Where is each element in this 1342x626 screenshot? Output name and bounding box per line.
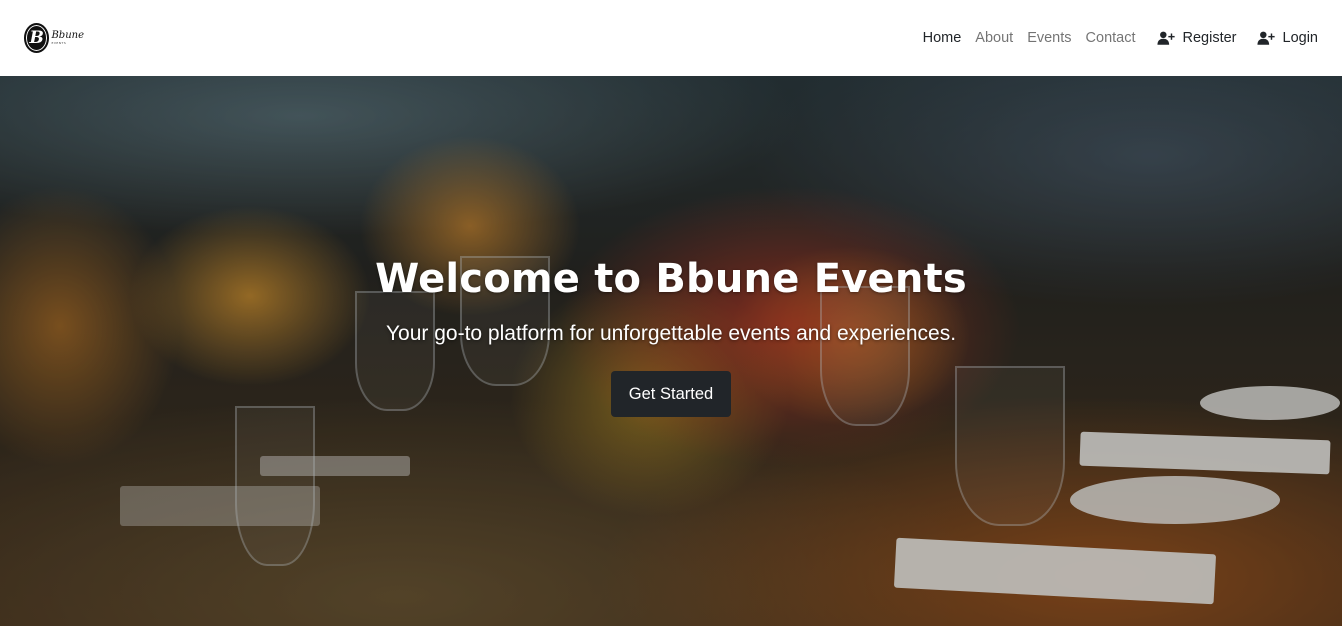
nav-link-about[interactable]: About (968, 30, 1020, 46)
logo-badge: B (24, 23, 50, 53)
login-label: Login (1282, 30, 1318, 46)
brand-logo[interactable]: B Bbune EVENTS (24, 18, 84, 58)
get-started-button[interactable]: Get Started (610, 371, 732, 417)
user-plus-icon (1256, 30, 1275, 46)
nav-link-contact[interactable]: Contact (1079, 30, 1143, 46)
hero-section: Welcome to Bbune Events Your go-to platf… (0, 76, 1342, 626)
logo-text-group: Bbune EVENTS (51, 31, 84, 45)
nav-links: Home About Events Contact Register Login (916, 0, 1318, 76)
login-link[interactable]: Login (1256, 30, 1318, 46)
nav-link-events[interactable]: Events (1020, 30, 1078, 46)
nav-link-home[interactable]: Home (916, 30, 969, 46)
hero-subtitle: Your go-to platform for unforgettable ev… (385, 322, 957, 345)
user-plus-icon (1156, 30, 1175, 46)
hero-title: Welcome to Bbune Events (375, 256, 967, 302)
logo-subtext: EVENTS (51, 41, 67, 45)
navbar: B Bbune EVENTS Home About Events Contact… (0, 0, 1342, 76)
logo-word: Bbune (51, 30, 84, 41)
register-link[interactable]: Register (1156, 30, 1237, 46)
hero-content: Welcome to Bbune Events Your go-to platf… (0, 76, 1342, 626)
register-label: Register (1182, 30, 1237, 46)
